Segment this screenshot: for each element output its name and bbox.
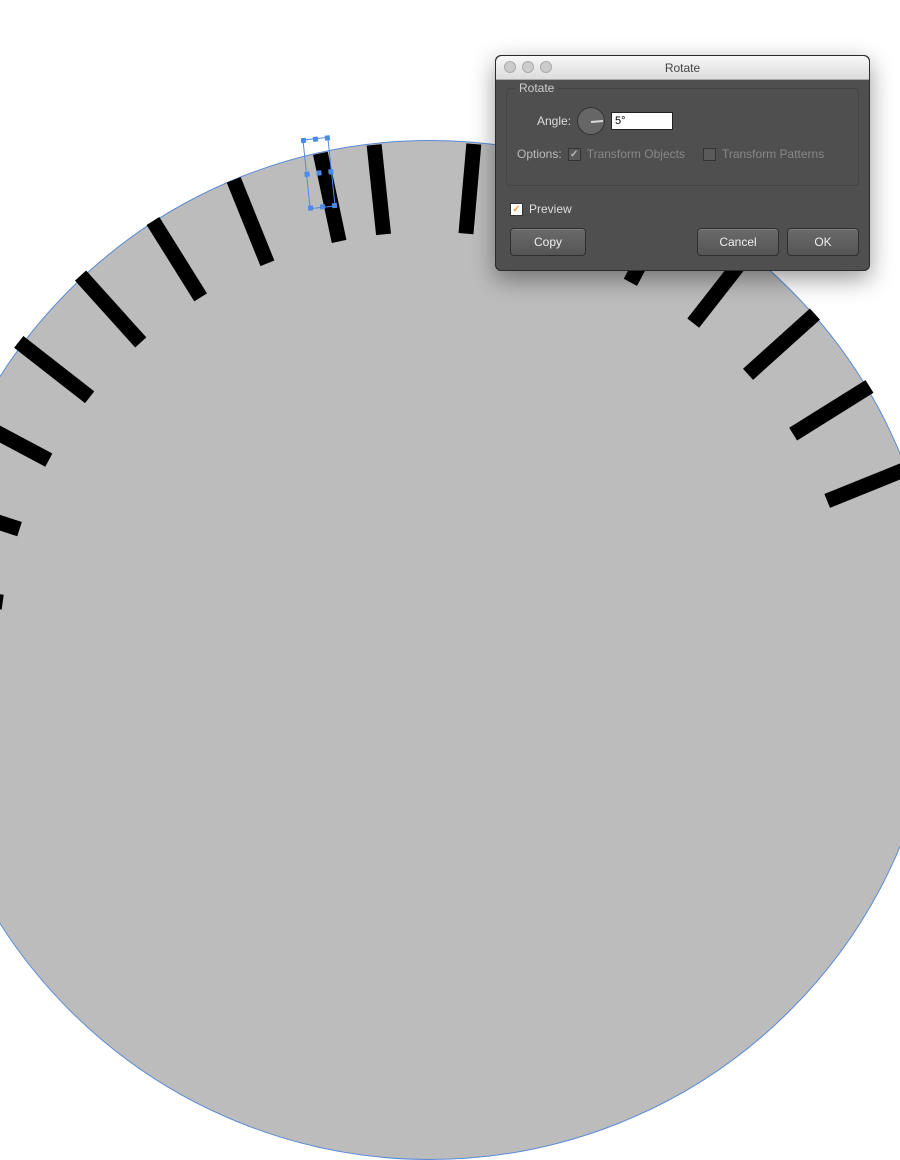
- angle-dial[interactable]: [577, 107, 605, 135]
- fieldset-label: Rotate: [515, 81, 558, 95]
- preview-row: Preview: [496, 196, 869, 228]
- options-label: Options:: [517, 147, 562, 161]
- copy-button[interactable]: Copy: [510, 228, 586, 256]
- dialog-title: Rotate: [665, 61, 700, 75]
- minimize-icon: [522, 61, 534, 73]
- transform-objects-label: Transform Objects: [587, 147, 685, 161]
- preview-label: Preview: [529, 202, 572, 216]
- dialog-titlebar[interactable]: Rotate: [496, 56, 869, 80]
- angle-input[interactable]: [611, 112, 673, 130]
- transform-patterns-checkbox[interactable]: [703, 148, 716, 161]
- transform-objects-checkbox[interactable]: [568, 148, 581, 161]
- close-icon: [504, 61, 516, 73]
- window-controls[interactable]: [504, 61, 552, 73]
- angle-label: Angle:: [537, 114, 571, 128]
- preview-checkbox[interactable]: [510, 203, 523, 216]
- options-row: Options: Transform Objects Transform Pat…: [517, 147, 848, 161]
- circle-shape[interactable]: [0, 140, 900, 1160]
- rotate-dialog: Rotate Rotate Angle: Options: Transform …: [495, 55, 870, 271]
- ok-button[interactable]: OK: [787, 228, 859, 256]
- angle-row: Angle:: [517, 107, 848, 135]
- dialog-button-row: Copy Cancel OK: [496, 228, 869, 270]
- transform-patterns-label: Transform Patterns: [722, 147, 824, 161]
- cancel-button[interactable]: Cancel: [697, 228, 779, 256]
- rotate-fieldset: Rotate Angle: Options: Transform Objects…: [506, 88, 859, 186]
- zoom-icon: [540, 61, 552, 73]
